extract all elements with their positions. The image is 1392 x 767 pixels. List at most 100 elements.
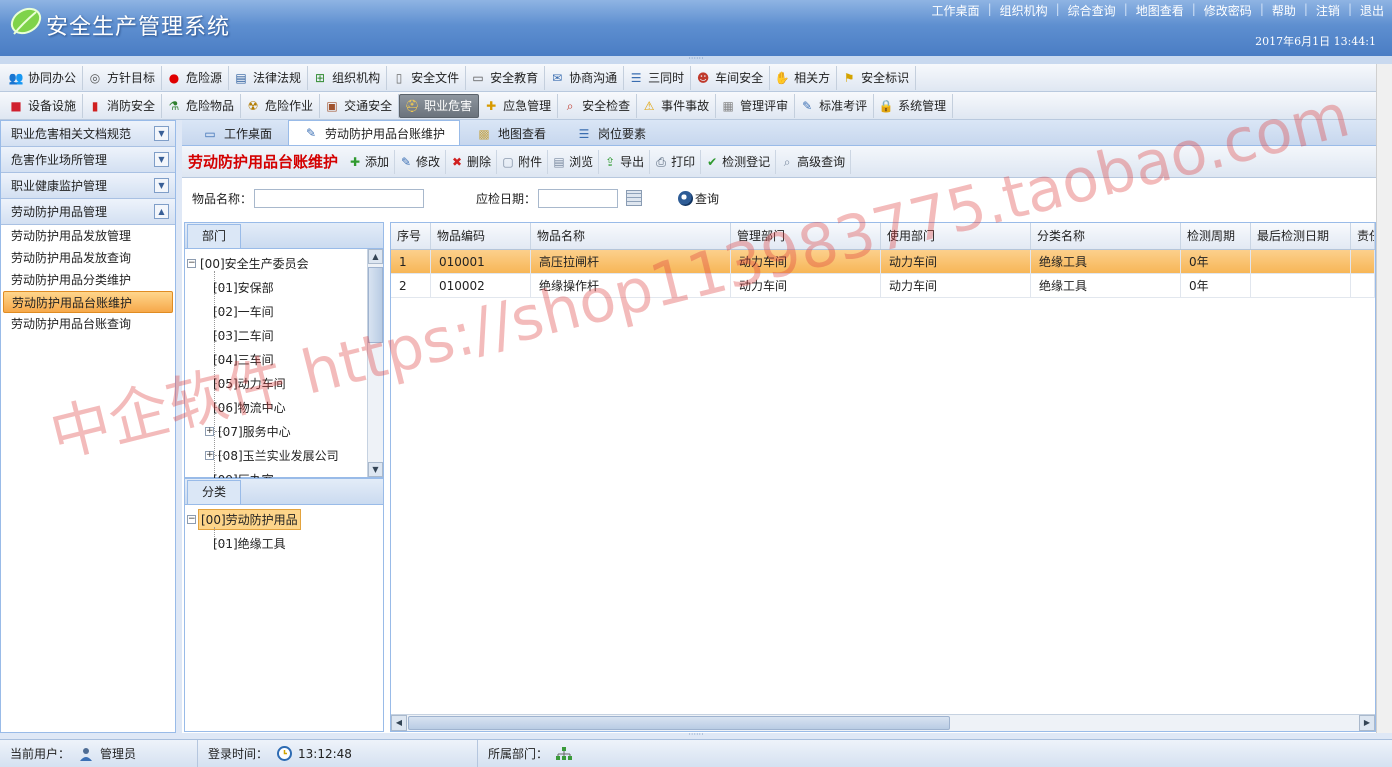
tree-node[interactable]: [05]动力车间 xyxy=(185,371,383,395)
scroll-left-icon[interactable]: ◀ xyxy=(391,715,407,731)
menu-item[interactable]: ▯ 安全文件 xyxy=(387,65,467,90)
menu-item[interactable]: ✎ 标准考评 xyxy=(795,93,875,118)
table-cell xyxy=(1251,274,1351,297)
tab[interactable]: ✎ 劳动防护用品台账维护 xyxy=(288,120,461,145)
action-button[interactable]: ▢ 附件 xyxy=(497,149,549,174)
column-header[interactable]: 序号 xyxy=(391,223,431,249)
item-name-input[interactable] xyxy=(254,188,425,208)
scroll-up-icon[interactable]: ▲ xyxy=(368,249,383,264)
menu-item[interactable]: 👥 协同办公 xyxy=(4,65,84,90)
chevron-down-icon[interactable]: ▼ xyxy=(154,178,169,193)
chevron-down-icon[interactable]: ▼ xyxy=(154,152,169,167)
top-link[interactable]: 组织机构 xyxy=(992,2,1056,18)
top-link[interactable]: 注销 xyxy=(1308,2,1348,18)
department-tab[interactable]: 部门 xyxy=(187,224,242,248)
menu-item[interactable]: ■ 设备设施 xyxy=(4,93,84,118)
nav-item[interactable]: 劳动防护用品发放查询 xyxy=(1,247,175,269)
nav-group-header[interactable]: 劳动防护用品管理 ▲ xyxy=(1,199,175,225)
nav-item[interactable]: 劳动防护用品分类维护 xyxy=(1,269,175,291)
tree-node[interactable]: [01]绝缘工具 xyxy=(185,531,383,555)
nav-item[interactable]: 劳动防护用品发放管理 xyxy=(1,225,175,247)
department-tree-scrollbar[interactable]: ▲ ▼ xyxy=(367,249,383,477)
action-button[interactable]: ⌕ 高级查询 xyxy=(776,149,852,174)
collapse-icon[interactable]: − xyxy=(187,258,196,268)
action-button[interactable]: ✚ 添加 xyxy=(344,149,396,174)
menu-item[interactable]: ⊞ 组织机构 xyxy=(308,65,388,90)
nav-item[interactable]: 劳动防护用品台账维护 xyxy=(3,291,173,313)
tree-node[interactable]: [04]三车间 xyxy=(185,347,383,371)
collapse-icon[interactable]: − xyxy=(187,514,196,524)
chevron-down-icon[interactable]: ▼ xyxy=(154,126,169,141)
action-button[interactable]: ⇪ 导出 xyxy=(599,149,651,174)
expand-icon[interactable]: + xyxy=(205,426,214,436)
column-header[interactable]: 最后检测日期 xyxy=(1251,223,1351,249)
menu-item[interactable]: ▣ 交通安全 xyxy=(320,93,400,118)
query-button[interactable]: 查询 xyxy=(678,190,719,207)
tree-node[interactable]: [01]安保部 xyxy=(185,275,383,299)
tree-node[interactable]: [03]二车间 xyxy=(185,323,383,347)
inspection-date-input[interactable] xyxy=(538,188,619,208)
nav-group-header[interactable]: 职业危害相关文档规范 ▼ xyxy=(1,121,175,147)
tree-node[interactable]: [06]物流中心 xyxy=(185,395,383,419)
tree-node[interactable]: + [08]玉兰实业发展公司 xyxy=(185,443,383,467)
menu-item[interactable]: ● 危险源 xyxy=(162,65,230,90)
action-button[interactable]: ✖ 删除 xyxy=(446,149,498,174)
scroll-thumb[interactable] xyxy=(368,267,383,343)
column-header[interactable]: 分类名称 xyxy=(1031,223,1181,249)
grid-horizontal-scrollbar[interactable]: ◀ ▶ xyxy=(391,714,1375,731)
column-header[interactable]: 物品名称 xyxy=(531,223,731,249)
table-row[interactable]: 1 010001 高压拉闸杆 动力车间 动力车间 绝缘工具 0年 xyxy=(391,250,1375,274)
tree-node[interactable]: [02]一车间 xyxy=(185,299,383,323)
expand-icon[interactable]: + xyxy=(205,450,214,460)
menu-item[interactable]: ▭ 安全教育 xyxy=(466,65,546,90)
menu-item[interactable]: ☻ 车间安全 xyxy=(691,65,771,90)
menu-item[interactable]: ⚗ 危险物品 xyxy=(162,93,242,118)
menu-item[interactable]: ▦ 管理评审 xyxy=(716,93,796,118)
menu-item[interactable]: ✉ 协商沟通 xyxy=(545,65,625,90)
chevron-up-icon[interactable]: ▲ xyxy=(154,204,169,219)
tab[interactable]: ▭ 工作桌面 xyxy=(188,122,286,145)
nav-item[interactable]: 劳动防护用品台账查询 xyxy=(1,313,175,335)
menu-item[interactable]: ▤ 法律法规 xyxy=(229,65,309,90)
menu-item[interactable]: ⚠ 事件事故 xyxy=(637,93,717,118)
top-link[interactable]: 退出 xyxy=(1352,2,1392,18)
menu-item[interactable]: ◎ 方针目标 xyxy=(83,65,163,90)
tree-node[interactable]: + [07]服务中心 xyxy=(185,419,383,443)
menu-item[interactable]: ✚ 应急管理 xyxy=(479,93,559,118)
menu-item[interactable]: ⛑ 职业危害 xyxy=(399,93,480,118)
top-link[interactable]: 工作桌面 xyxy=(924,2,988,18)
top-link[interactable]: 地图查看 xyxy=(1128,2,1192,18)
nav-group-header[interactable]: 职业健康监护管理 ▼ xyxy=(1,173,175,199)
menu-item[interactable]: ⌕ 安全检查 xyxy=(558,93,638,118)
calendar-icon[interactable] xyxy=(626,190,643,206)
column-header[interactable]: 责任 xyxy=(1351,223,1375,249)
tree-node-label: [05]动力车间 xyxy=(213,376,286,391)
action-button[interactable]: ✎ 修改 xyxy=(395,149,447,174)
column-header[interactable]: 物品编码 xyxy=(431,223,531,249)
action-button[interactable]: ⎙ 打印 xyxy=(650,149,702,174)
tab[interactable]: ☰ 岗位要素 xyxy=(562,122,660,145)
column-header[interactable]: 检测周期 xyxy=(1181,223,1251,249)
column-header[interactable]: 管理部门 xyxy=(731,223,881,249)
menu-item[interactable]: 🔒 系统管理 xyxy=(874,93,954,118)
menu-item[interactable]: ✋ 相关方 xyxy=(770,65,838,90)
top-link[interactable]: 综合查询 xyxy=(1060,2,1124,18)
tab[interactable]: ▩ 地图查看 xyxy=(462,122,560,145)
category-tab[interactable]: 分类 xyxy=(187,480,242,504)
page-vertical-scrollbar[interactable] xyxy=(1376,64,1392,733)
scroll-thumb[interactable] xyxy=(408,716,950,730)
header-collapse-handle[interactable]: ······ xyxy=(0,55,1392,64)
menu-item[interactable]: ☢ 危险作业 xyxy=(241,93,321,118)
top-link[interactable]: 帮助 xyxy=(1264,2,1304,18)
menu-item[interactable]: ⚑ 安全标识 xyxy=(837,65,917,90)
action-button[interactable]: ▤ 浏览 xyxy=(548,149,600,174)
table-row[interactable]: 2 010002 绝缘操作杆 动力车间 动力车间 绝缘工具 0年 xyxy=(391,274,1375,298)
menu-item[interactable]: ▮ 消防安全 xyxy=(83,93,163,118)
scroll-right-icon[interactable]: ▶ xyxy=(1359,715,1375,731)
scroll-down-icon[interactable]: ▼ xyxy=(368,462,383,477)
nav-group-header[interactable]: 危害作业场所管理 ▼ xyxy=(1,147,175,173)
action-button[interactable]: ✔ 检测登记 xyxy=(701,149,777,174)
column-header[interactable]: 使用部门 xyxy=(881,223,1031,249)
top-link[interactable]: 修改密码 xyxy=(1196,2,1260,18)
menu-item[interactable]: ☰ 三同时 xyxy=(624,65,692,90)
